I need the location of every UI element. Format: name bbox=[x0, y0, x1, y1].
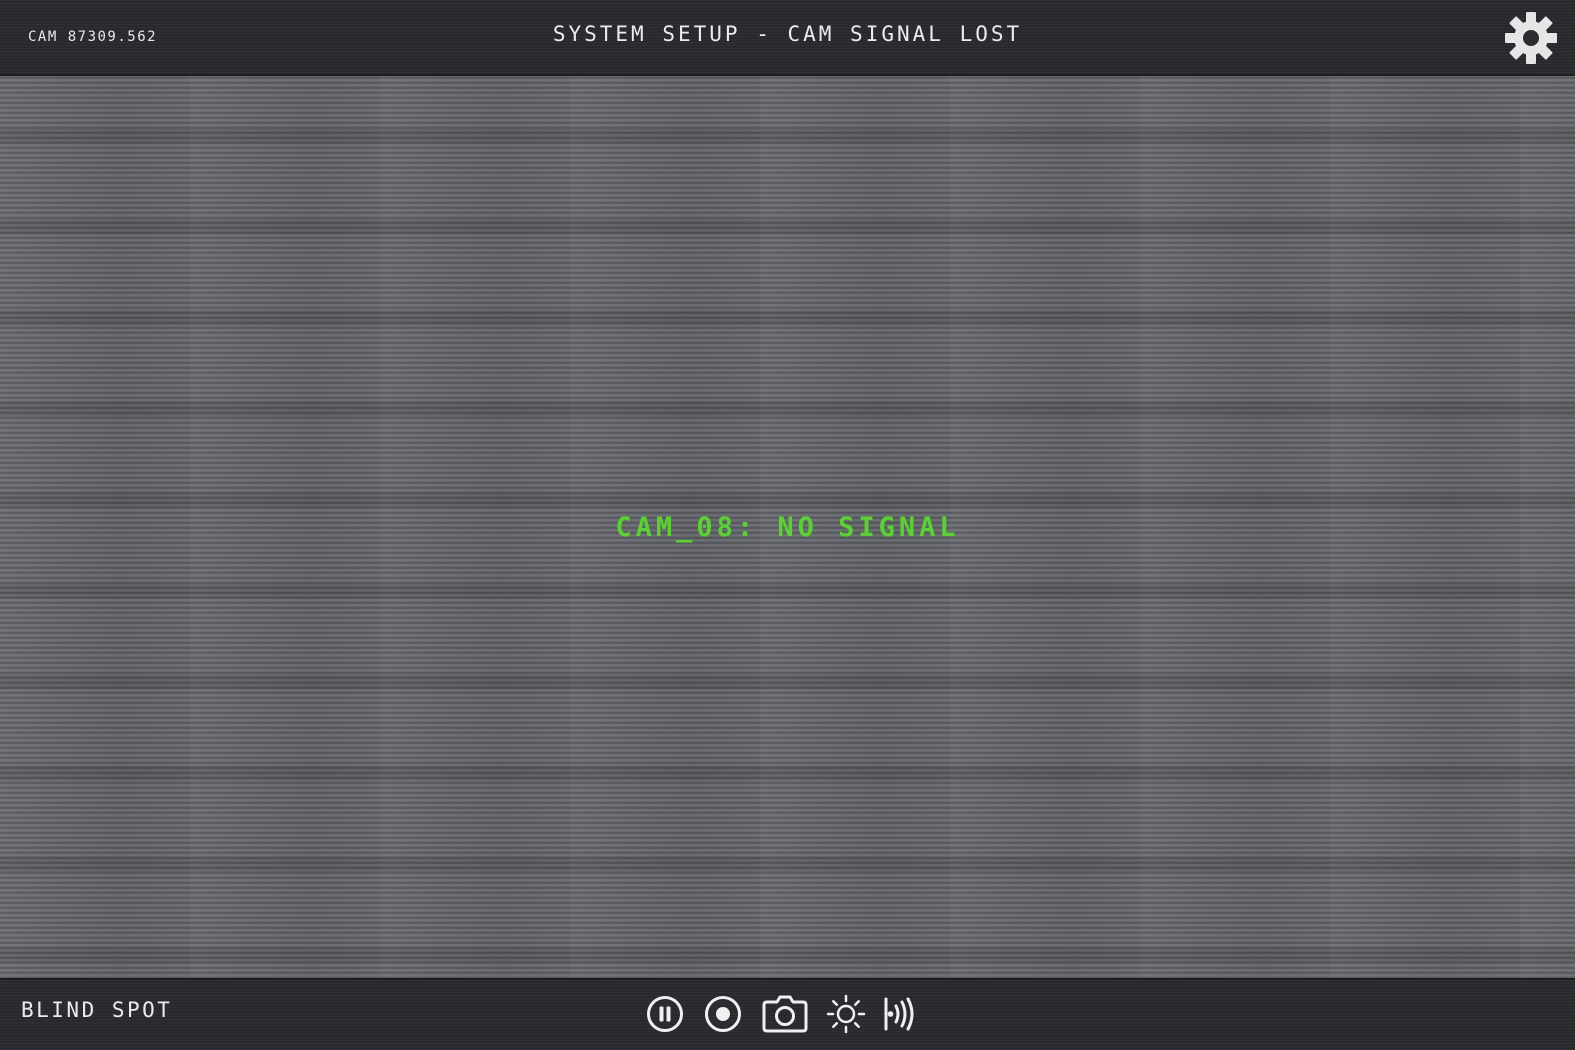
app-name-label: BLIND SPOT bbox=[21, 998, 173, 1022]
settings-button[interactable] bbox=[1503, 10, 1559, 66]
top-bar: CAM 87309.562 SYSTEM SETUP - CAM SIGNAL … bbox=[0, 0, 1575, 76]
camera-feed-screen: CAM 87309.562 SYSTEM SETUP - CAM SIGNAL … bbox=[0, 0, 1575, 1050]
page-title: SYSTEM SETUP - CAM SIGNAL LOST bbox=[552, 22, 1023, 46]
record-icon bbox=[705, 996, 741, 1032]
no-signal-message: CAM_08: NO SIGNAL bbox=[615, 512, 960, 543]
playback-controls bbox=[646, 992, 922, 1036]
pause-icon bbox=[647, 996, 683, 1032]
pause-button[interactable] bbox=[646, 992, 684, 1036]
record-button[interactable] bbox=[704, 992, 742, 1036]
camera-icon bbox=[762, 995, 808, 1033]
audio-broadcast-icon bbox=[884, 997, 914, 1031]
bottom-bar: BLIND SPOT bbox=[0, 978, 1575, 1050]
brightness-icon bbox=[826, 994, 866, 1034]
brightness-button[interactable] bbox=[826, 992, 866, 1036]
audio-button[interactable] bbox=[882, 992, 922, 1036]
gear-icon bbox=[1505, 12, 1557, 64]
snapshot-button[interactable] bbox=[762, 992, 808, 1036]
